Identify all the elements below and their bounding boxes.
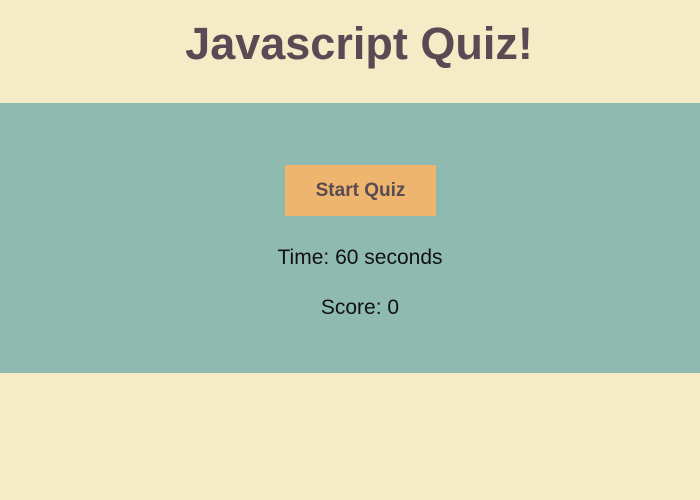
header: Javascript Quiz! [0, 0, 700, 103]
timer-unit: seconds [364, 246, 443, 269]
timer-label: Time: [277, 246, 330, 269]
page-title: Javascript Quiz! [185, 17, 533, 69]
score-value: 0 [387, 296, 400, 319]
timer-value: 60 [335, 246, 359, 269]
start-quiz-button[interactable]: Start Quiz [285, 165, 436, 216]
score-label: Score: [320, 296, 382, 319]
score-display: Score: 0 [10, 296, 700, 320]
quiz-panel: Start Quiz Time: 60 seconds Score: 0 [0, 103, 700, 373]
timer-display: Time: 60 seconds [10, 246, 700, 270]
